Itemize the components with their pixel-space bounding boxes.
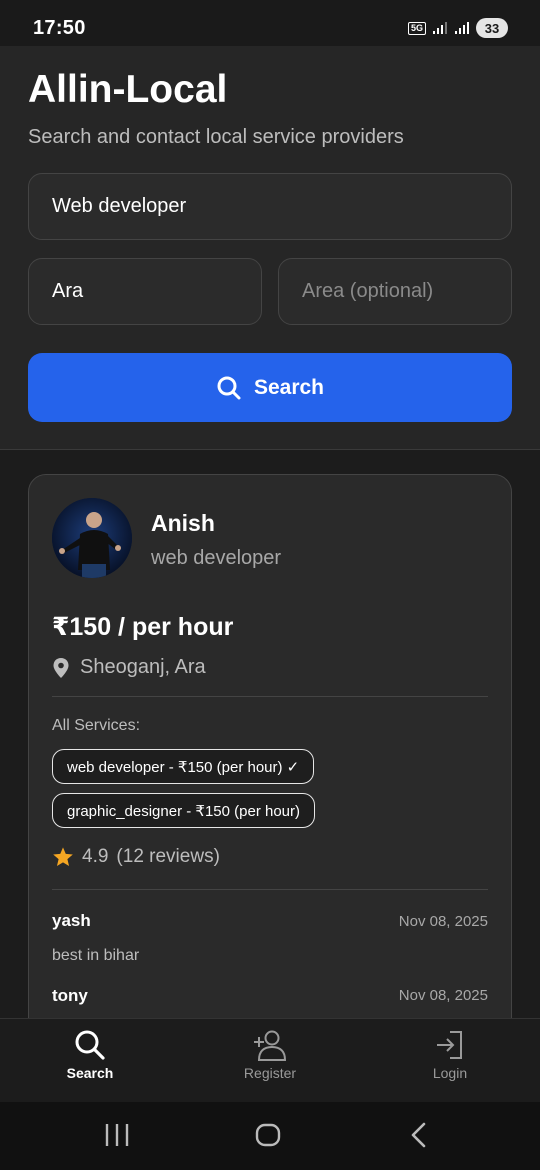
search-button-label: Search <box>253 375 325 399</box>
rating-value: 4.9 <box>82 846 109 867</box>
battery-indicator: 33 <box>476 18 508 38</box>
login-icon <box>437 1031 462 1059</box>
review-author: tony <box>52 986 88 1005</box>
provider-role: web developer <box>151 547 282 569</box>
network-type-icon: 5G <box>407 21 426 35</box>
system-nav-bar <box>0 1102 540 1170</box>
location-pin-icon <box>53 657 69 678</box>
service-chip-graphic-designer[interactable]: graphic_designer - ₹150 (per hour) <box>52 793 316 828</box>
app-title: Allin-Local <box>28 68 228 111</box>
status-icons: 5G 33 <box>407 17 508 39</box>
divider <box>52 696 488 697</box>
review-author: yash <box>52 911 91 930</box>
area-input-placeholder: Area (optional) <box>302 280 434 302</box>
nav-login[interactable]: Login <box>360 1019 540 1103</box>
recent-apps-icon[interactable] <box>104 1120 130 1150</box>
area-input[interactable]: Area (optional) <box>278 258 512 325</box>
rating: 4.9 (12 reviews) <box>52 846 220 868</box>
nav-login-label: Login <box>432 1065 468 1081</box>
nav-register[interactable]: Register <box>180 1019 360 1103</box>
rating-count: (12 reviews) <box>116 846 220 867</box>
provider-card[interactable]: Anish web developer ₹150 / per hour Sheo… <box>28 474 512 1094</box>
signal-icon-2 <box>455 22 469 34</box>
review-date: Nov 08, 2025 <box>398 987 488 1004</box>
avatar <box>52 498 132 578</box>
status-bar: 17:50 5G 33 <box>0 0 540 46</box>
services-label: All Services: <box>52 717 141 734</box>
search-button[interactable]: Search <box>28 353 512 422</box>
review-text: best in bihar <box>52 947 140 964</box>
service-input-value: Web developer <box>52 195 187 217</box>
divider <box>52 889 488 890</box>
review-date: Nov 08, 2025 <box>398 913 488 930</box>
city-input[interactable]: Ara <box>28 258 262 325</box>
search-icon <box>217 376 241 399</box>
nav-search-label: Search <box>66 1065 114 1081</box>
back-icon[interactable] <box>406 1120 430 1150</box>
service-input[interactable]: Web developer <box>28 173 512 240</box>
star-icon <box>53 847 73 866</box>
person-add-icon <box>254 1030 287 1061</box>
location-text: Sheoganj, Ara <box>80 656 206 678</box>
nav-register-label: Register <box>243 1065 297 1081</box>
app-subtitle: Search and contact local service provide… <box>28 126 404 148</box>
status-time: 17:50 <box>33 17 86 39</box>
provider-rate: ₹150 / per hour <box>52 613 234 641</box>
city-input-value: Ara <box>52 280 84 302</box>
nav-search[interactable]: Search <box>0 1019 180 1103</box>
search-panel: Allin-Local Search and contact local ser… <box>0 46 540 450</box>
provider-location: Sheoganj, Ara <box>52 656 206 679</box>
bottom-nav: Search Register Login <box>0 1018 540 1102</box>
provider-name: Anish <box>151 510 215 536</box>
signal-icon <box>433 22 447 34</box>
home-icon[interactable] <box>254 1120 282 1150</box>
search-icon <box>75 1030 105 1060</box>
service-chip-web-developer[interactable]: web developer - ₹150 (per hour) ✓ <box>52 749 315 784</box>
